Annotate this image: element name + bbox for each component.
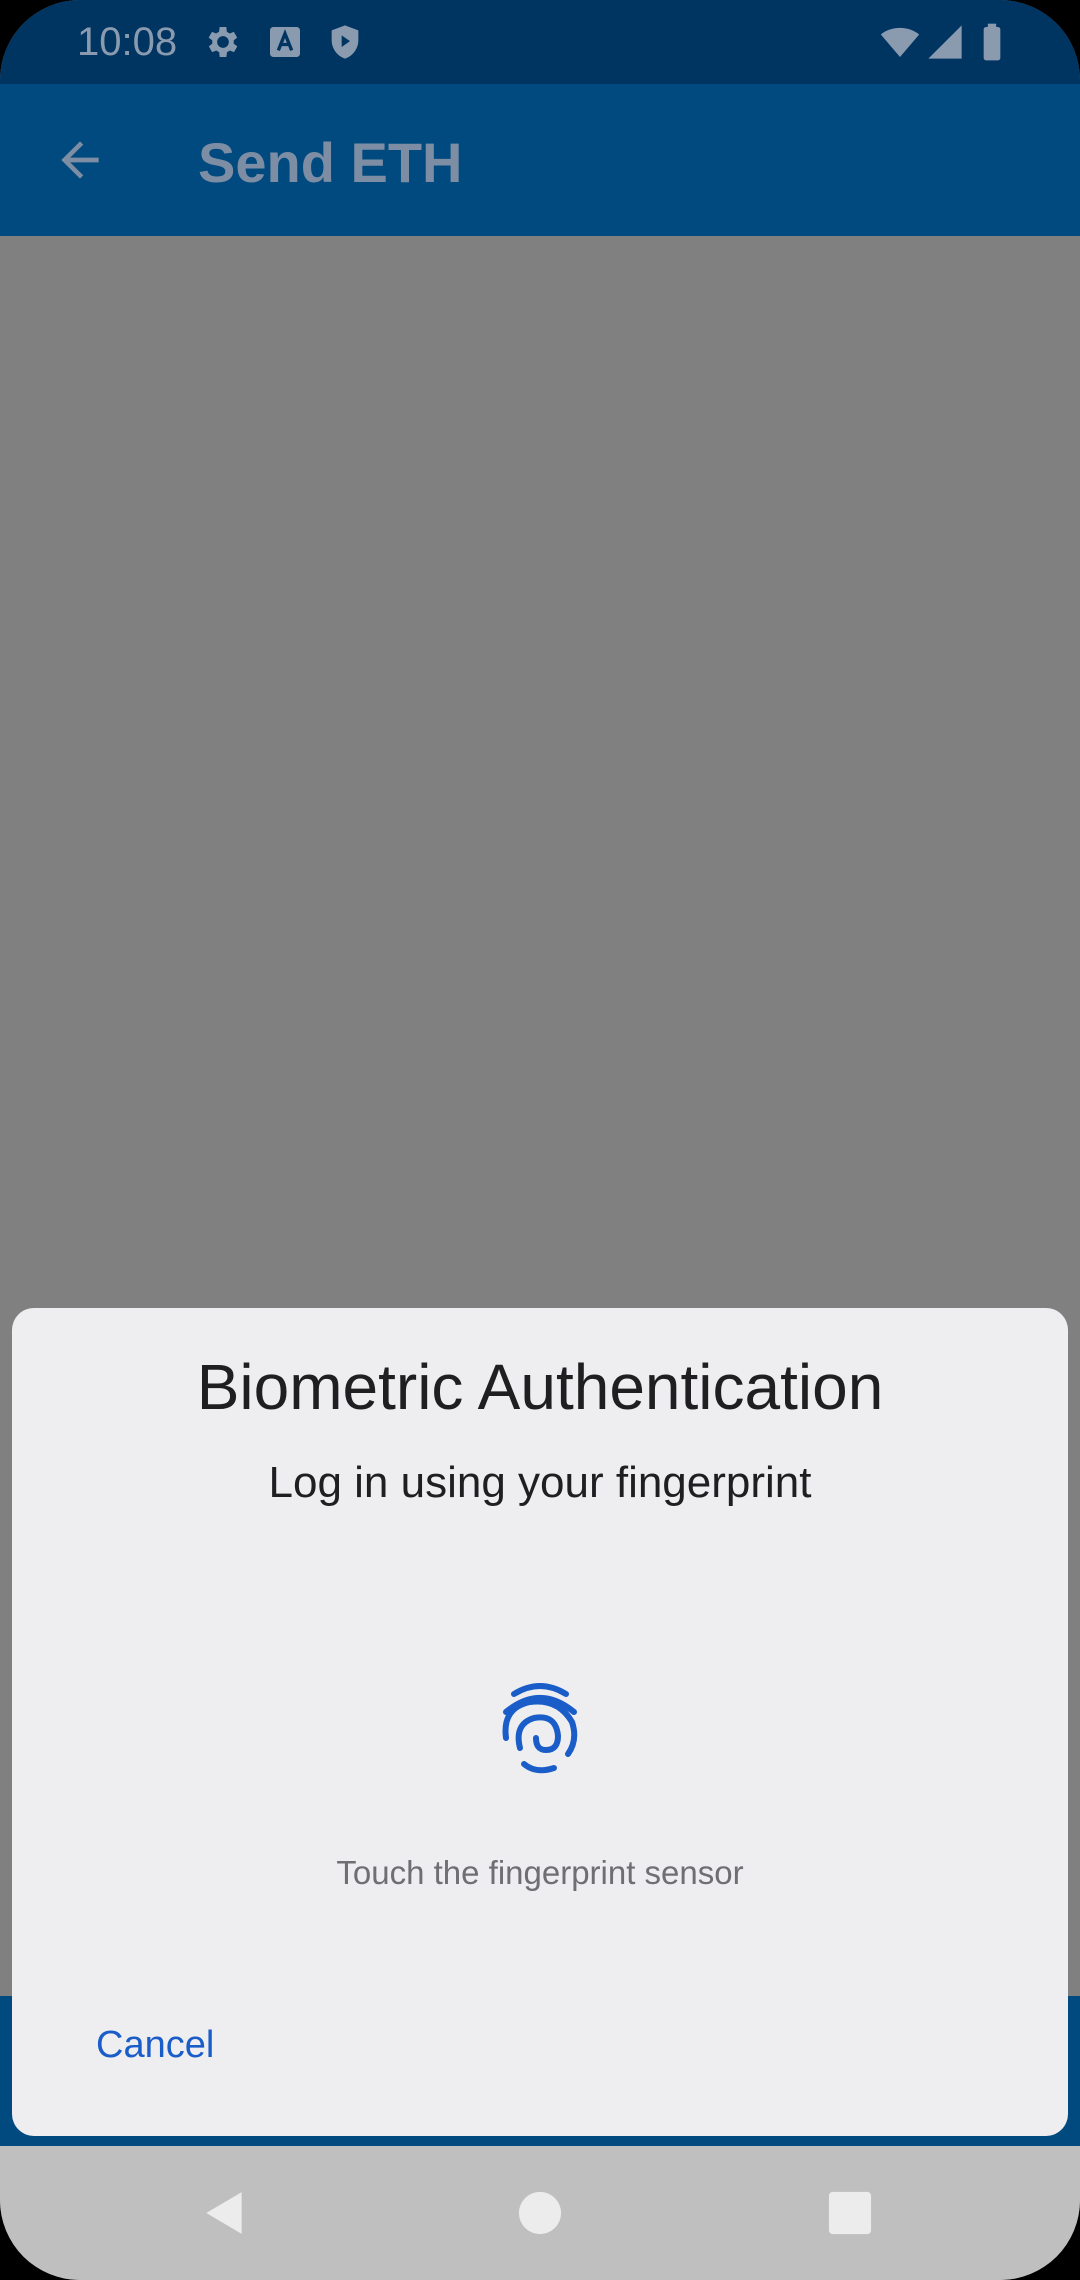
signal-icon <box>928 25 962 59</box>
dialog-hint: Touch the fingerprint sensor <box>336 1854 744 1891</box>
battery-icon <box>983 23 1001 61</box>
back-button[interactable] <box>40 120 120 200</box>
fingerprint-icon <box>502 1683 578 1774</box>
home-circle-icon <box>518 2191 562 2235</box>
status-time: 10:08 <box>77 20 178 64</box>
biometric-dialog: Biometric Authentication Log in using yo… <box>12 1308 1068 2136</box>
wifi-icon <box>880 27 920 57</box>
device-screen: 10:08 Send ETH Biometric Authentication … <box>0 0 1080 2280</box>
shield-play-icon <box>331 25 359 59</box>
page-title: Send ETH <box>198 131 463 194</box>
app-bar: Send ETH <box>0 84 1080 236</box>
status-bar: 10:08 <box>0 0 1080 84</box>
nav-back-button[interactable] <box>190 2178 260 2248</box>
recents-square-icon <box>828 2191 872 2235</box>
nav-home-button[interactable] <box>505 2178 575 2248</box>
dialog-subtitle: Log in using your fingerprint <box>268 1458 812 1507</box>
cancel-button[interactable]: Cancel <box>84 2016 226 2075</box>
back-triangle-icon <box>206 2192 242 2234</box>
arrow-back-icon <box>61 141 99 179</box>
gear-icon <box>208 27 238 57</box>
dialog-title: Biometric Authentication <box>196 1351 884 1423</box>
nav-recents-button[interactable] <box>815 2178 885 2248</box>
system-nav-bar <box>0 2146 1080 2280</box>
text-a-icon <box>270 27 300 57</box>
